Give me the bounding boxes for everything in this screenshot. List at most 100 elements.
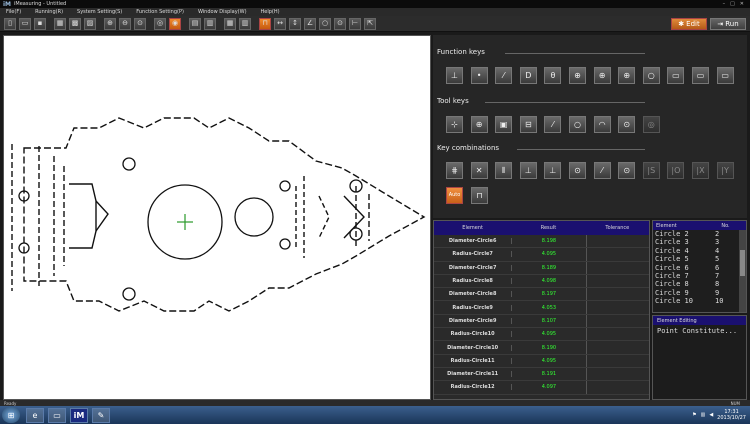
- new-file-icon[interactable]: ▯: [4, 17, 16, 30]
- tool-keys-button-7[interactable]: ◠: [593, 116, 611, 133]
- function-keys-button-12[interactable]: ▭: [716, 67, 734, 84]
- list-item[interactable]: Circle 6 6: [653, 264, 746, 272]
- tool-keys-button-3[interactable]: ▣: [495, 116, 513, 133]
- function-keys-button-11[interactable]: ▭: [692, 67, 709, 84]
- angle-icon[interactable]: ∠: [304, 17, 316, 30]
- list-item[interactable]: Circle 2 2: [653, 230, 746, 238]
- distance-icon[interactable]: ↔: [274, 17, 286, 30]
- measurement-canvas[interactable]: [3, 35, 431, 400]
- tool-keys-button-1[interactable]: ⊹: [446, 116, 463, 133]
- run-button[interactable]: ⇥ Run: [710, 18, 746, 30]
- imeasuring-task-icon[interactable]: iM: [70, 407, 88, 423]
- table-row[interactable]: Radius-Circle10 4.095: [434, 328, 649, 342]
- element-list-scrollbar[interactable]: [739, 230, 746, 312]
- function-keys-button-5[interactable]: θ: [544, 67, 562, 84]
- element-editing-text[interactable]: Point Constitute...: [653, 325, 746, 337]
- table-row[interactable]: Diameter-Circle11 8.191: [434, 367, 649, 382]
- height-icon[interactable]: ↕: [289, 17, 301, 30]
- table-row[interactable]: Radius-Circle7 4.095: [434, 248, 649, 262]
- col-element-no[interactable]: No.: [713, 223, 738, 229]
- key-combinations-button-5[interactable]: ⊥: [544, 162, 562, 179]
- layout-icon[interactable]: ▥: [204, 17, 216, 30]
- menu-window-display[interactable]: Window Display(W): [198, 9, 247, 15]
- col-element-name[interactable]: Element: [653, 223, 713, 229]
- zoom-in-icon[interactable]: ⊕: [104, 17, 116, 30]
- table-row[interactable]: Diameter-Circle9 8.107: [434, 314, 649, 329]
- menu-file[interactable]: File(F): [6, 9, 21, 15]
- menu-help[interactable]: Help(H): [261, 9, 280, 15]
- tool-keys-button-5[interactable]: ⁄: [544, 116, 562, 133]
- ie-icon[interactable]: e: [26, 407, 44, 423]
- table-row[interactable]: Radius-Circle12 4.097: [434, 381, 649, 395]
- target-icon[interactable]: ◎: [154, 17, 166, 30]
- table-icon[interactable]: ▦: [224, 17, 236, 30]
- start-button[interactable]: ⊞: [2, 407, 20, 423]
- key-combinations-button-3[interactable]: ⦀: [495, 162, 513, 179]
- close-icon[interactable]: ✕: [740, 1, 744, 7]
- paint-icon[interactable]: ✎: [92, 407, 110, 423]
- auto-button[interactable]: Auto: [446, 187, 463, 204]
- paste-icon[interactable]: ▩: [69, 17, 81, 30]
- table-row[interactable]: Radius-Circle8 4.098: [434, 274, 649, 289]
- function-keys-button-7[interactable]: ⊕: [593, 67, 611, 84]
- copy-icon[interactable]: ▦: [54, 17, 66, 30]
- columns-icon[interactable]: ▥: [239, 17, 251, 30]
- flag-icon[interactable]: ⚑: [692, 412, 696, 418]
- function-keys-button-3[interactable]: ⁄: [495, 67, 513, 84]
- width-icon[interactable]: ⊢: [349, 17, 361, 30]
- col-element[interactable]: Element: [434, 225, 511, 231]
- open-file-icon[interactable]: ▭: [19, 17, 31, 30]
- list-item[interactable]: Circle 3 3: [653, 238, 746, 246]
- function-keys-button-9[interactable]: ○: [642, 67, 660, 84]
- table-row[interactable]: Radius-Circle11 4.095: [434, 354, 649, 368]
- clock[interactable]: 17:31 2013/10/27: [717, 409, 746, 421]
- col-tolerance[interactable]: Tolerance: [586, 225, 649, 231]
- center-icon[interactable]: ⊙: [334, 17, 346, 30]
- tool-keys-button-6[interactable]: ○: [569, 116, 586, 133]
- list-item[interactable]: Circle 5 5: [653, 255, 746, 263]
- function-keys-button-1[interactable]: ⊥: [446, 67, 463, 84]
- save-icon[interactable]: ▪: [34, 17, 46, 30]
- function-keys-button-6[interactable]: ⊕: [569, 67, 586, 84]
- menu-system-setting[interactable]: System Setting(S): [77, 9, 122, 15]
- maximize-icon[interactable]: □: [730, 1, 735, 7]
- key-combinations-button-9[interactable]: |S: [642, 162, 660, 179]
- function-keys-button-10[interactable]: ▭: [667, 67, 685, 84]
- key-combinations-button-8[interactable]: ⊙: [618, 162, 636, 179]
- key-combinations-button-6[interactable]: ⊙: [569, 162, 586, 179]
- edit-button[interactable]: ✱ Edit: [671, 18, 707, 30]
- record-icon[interactable]: ◉: [169, 17, 181, 30]
- delete-icon[interactable]: ▨: [84, 17, 96, 30]
- key-combinations-button-11[interactable]: |X: [692, 162, 709, 179]
- list-item[interactable]: Circle 9 9: [653, 289, 746, 297]
- circle-measure-icon[interactable]: ○: [319, 17, 331, 30]
- network-icon[interactable]: ▥: [701, 412, 706, 418]
- table-row[interactable]: Radius-Circle9 4.053: [434, 301, 649, 315]
- key-combinations-button-7[interactable]: ⁄: [593, 162, 611, 179]
- export-icon[interactable]: ⇱: [364, 17, 376, 30]
- col-result[interactable]: Result: [511, 225, 585, 231]
- minimize-icon[interactable]: –: [723, 1, 726, 7]
- function-keys-button-2[interactable]: •: [470, 67, 488, 84]
- function-keys-button-8[interactable]: ⊕: [618, 67, 636, 84]
- list-item[interactable]: Circle 7 7: [653, 272, 746, 280]
- table-row[interactable]: Diameter-Circle10 8.190: [434, 341, 649, 355]
- tool-keys-button-8[interactable]: ⊙: [618, 116, 636, 133]
- tool-keys-button-2[interactable]: ⊕: [470, 116, 488, 133]
- lock-icon[interactable]: ⊓: [471, 187, 488, 204]
- menu-running[interactable]: Running(R): [35, 9, 63, 15]
- measure-icon[interactable]: ⊓: [259, 17, 271, 30]
- volume-icon[interactable]: ◀: [709, 412, 713, 418]
- key-combinations-button-10[interactable]: |O: [667, 162, 685, 179]
- scrollbar-thumb[interactable]: [740, 250, 745, 276]
- list-item[interactable]: Circle 4 4: [653, 247, 746, 255]
- table-row[interactable]: Diameter-Circle8 8.197: [434, 288, 649, 302]
- key-combinations-button-1[interactable]: ⋕: [446, 162, 463, 179]
- key-combinations-button-2[interactable]: ✕: [470, 162, 488, 179]
- zoom-fit-icon[interactable]: ⊙: [134, 17, 146, 30]
- tool-keys-button-9[interactable]: ◎: [642, 116, 660, 133]
- menu-function-setting[interactable]: Function Setting(P): [136, 9, 184, 15]
- list-item[interactable]: Circle 10 10: [653, 297, 746, 305]
- folder-icon[interactable]: ▭: [48, 407, 66, 423]
- key-combinations-button-12[interactable]: |Y: [716, 162, 734, 179]
